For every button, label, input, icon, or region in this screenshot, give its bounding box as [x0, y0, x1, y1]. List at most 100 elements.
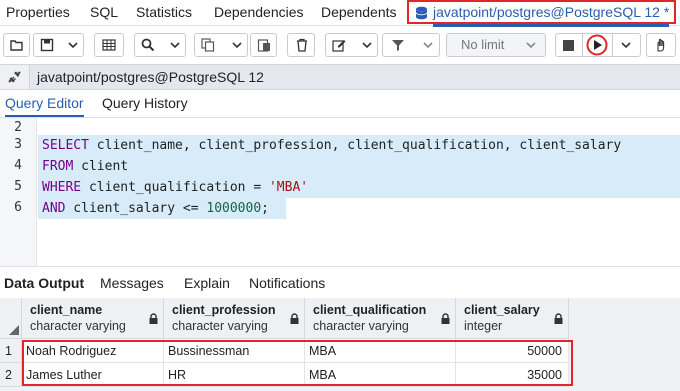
code-line-5: WHERE client_qualification = 'MBA' — [42, 177, 308, 198]
code-line-4: FROM client — [42, 156, 128, 177]
database-icon — [415, 6, 428, 20]
copy-button[interactable] — [194, 33, 248, 57]
chevron-down-icon — [526, 42, 536, 49]
chevron-down-icon — [68, 42, 78, 49]
plug-icon — [8, 71, 21, 83]
filter-button[interactable] — [382, 33, 440, 57]
code-line-3: SELECT client_name, client_profession, c… — [42, 135, 621, 156]
chevron-down-icon — [362, 42, 372, 49]
lock-icon — [290, 313, 299, 324]
selection-highlight — [38, 156, 680, 177]
sql-keyword: FROM — [42, 159, 74, 174]
paste-button[interactable] — [250, 33, 277, 57]
output-tabs: Data Output Messages Explain Notificatio… — [0, 266, 680, 298]
filter-icon — [392, 40, 404, 51]
row-limit-value: No limit — [461, 37, 505, 52]
chevron-down-icon[interactable] — [620, 39, 632, 51]
edit-button[interactable] — [325, 33, 378, 57]
tab-notifications[interactable]: Notifications — [249, 267, 325, 299]
sql-keyword: SELECT — [42, 138, 89, 153]
row-number[interactable]: 1 — [0, 339, 22, 363]
select-all-icon — [9, 325, 19, 335]
open-file-icon — [10, 40, 23, 51]
sql-text: client — [73, 159, 129, 174]
sql-text: client_name, client_profession, client_q… — [88, 138, 622, 153]
row-limit-select[interactable]: No limit — [446, 33, 546, 57]
divider — [582, 33, 583, 57]
column-name: client_profession — [172, 303, 276, 317]
column-type: character varying — [313, 319, 409, 333]
lock-icon — [554, 313, 563, 324]
line-gutter: 2 3 4 5 6 — [0, 118, 37, 266]
save-icon — [40, 38, 54, 52]
stop-icon[interactable] — [563, 40, 574, 51]
sql-keyword: AND — [42, 201, 66, 216]
lock-icon — [149, 313, 158, 324]
column-header[interactable]: client_qualification character varying — [305, 298, 456, 339]
connection-status-button[interactable] — [0, 65, 30, 89]
tab-properties[interactable]: Properties — [6, 0, 70, 25]
top-tab-bar: Properties SQL Statistics Dependencies D… — [0, 0, 680, 27]
column-type: character varying — [172, 319, 268, 333]
grid-corner[interactable] — [0, 298, 22, 339]
save-button[interactable] — [33, 33, 84, 57]
column-header[interactable]: client_name character varying — [22, 298, 164, 339]
tab-dependents[interactable]: Dependents — [321, 0, 397, 25]
column-header[interactable]: client_salary integer — [456, 298, 569, 339]
sql-editor[interactable]: 2 3 4 5 6 SELECT client_name, client_pro… — [0, 118, 680, 266]
result-grid: client_name character varying client_pro… — [0, 298, 680, 391]
connection-label: javatpoint/postgres@PostgreSQL 12 — [37, 69, 264, 85]
explain-icon — [657, 38, 665, 52]
tab-dependencies[interactable]: Dependencies — [214, 0, 304, 25]
tab-query-editor[interactable]: Query Editor — [5, 90, 84, 117]
row-number[interactable]: 2 — [0, 363, 22, 387]
line-number: 4 — [14, 158, 22, 173]
column-name: client_salary — [464, 303, 540, 317]
copy-icon — [201, 38, 215, 52]
divider — [612, 33, 613, 57]
sql-keyword: WHERE — [42, 180, 82, 195]
grid-button[interactable] — [94, 33, 124, 57]
chevron-down-icon — [423, 42, 433, 49]
column-type: integer — [464, 319, 503, 333]
search-button[interactable] — [134, 33, 186, 57]
search-icon — [141, 38, 155, 52]
explain-button[interactable] — [646, 33, 676, 57]
tab-messages[interactable]: Messages — [100, 267, 164, 299]
column-name: client_name — [30, 303, 103, 317]
grid-icon — [102, 39, 116, 51]
tab-statistics[interactable]: Statistics — [136, 0, 192, 25]
chevron-down-icon — [170, 42, 180, 49]
editor-tabs: Query Editor Query History — [0, 90, 680, 118]
delete-button[interactable] — [287, 33, 315, 57]
sql-number: 1000000 — [206, 201, 262, 216]
line-number: 6 — [14, 200, 22, 215]
tab-sql[interactable]: SQL — [90, 0, 118, 25]
chevron-down-icon — [232, 42, 242, 49]
line-number: 5 — [14, 179, 22, 194]
edit-icon — [332, 40, 346, 52]
tab-query-tool[interactable]: javatpoint/postgres@PostgreSQL 12 * — [433, 0, 670, 27]
sql-text: client_qualification = — [81, 180, 269, 195]
connection-bar: javatpoint/postgres@PostgreSQL 12 — [0, 64, 680, 90]
column-header[interactable]: client_profession character varying — [164, 298, 305, 339]
execute-button-group — [555, 33, 641, 57]
tab-explain[interactable]: Explain — [184, 267, 230, 299]
lock-icon — [441, 313, 450, 324]
line-number: 3 — [14, 137, 22, 152]
column-name: client_qualification — [313, 303, 427, 317]
column-type: character varying — [30, 319, 126, 333]
code-line-6: AND client_salary <= 1000000; — [42, 198, 269, 219]
tab-query-history[interactable]: Query History — [102, 90, 188, 117]
execute-icon[interactable] — [586, 34, 608, 56]
sql-text: ; — [261, 201, 269, 216]
delete-icon — [297, 38, 307, 52]
open-file-button[interactable] — [3, 33, 30, 57]
tab-data-output[interactable]: Data Output — [4, 267, 84, 299]
paste-icon — [257, 39, 270, 52]
sql-text: client_salary <= — [65, 201, 207, 216]
toolbar: No limit — [0, 27, 680, 64]
line-number: 2 — [14, 120, 22, 135]
rows-highlight — [22, 340, 573, 386]
sql-string: 'MBA' — [268, 180, 309, 195]
